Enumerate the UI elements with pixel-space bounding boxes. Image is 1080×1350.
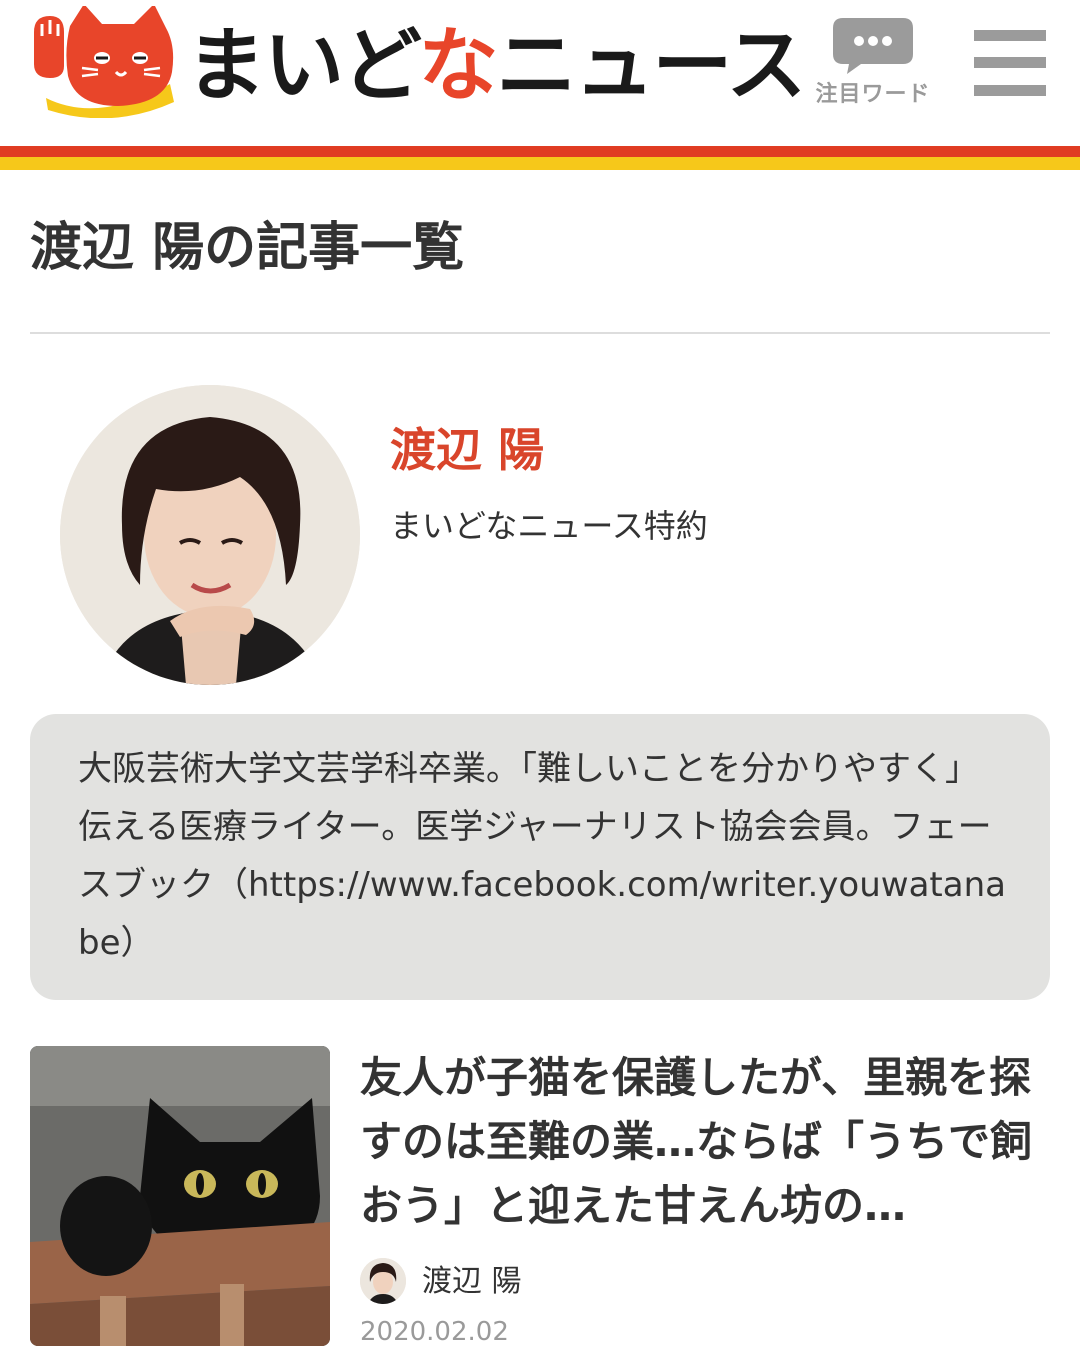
article-byline: 渡辺 陽: [360, 1256, 760, 1306]
article-author-name: 渡辺 陽: [422, 1264, 522, 1299]
article-author-portrait: [360, 1258, 406, 1304]
article-date: 2020.02.02: [360, 1317, 509, 1347]
author-bio-text: 大阪芸術大学文芸学科卒業。「難しいことを分かりやすく」伝える医療ライター。医学ジ…: [78, 749, 1006, 963]
author-avatar: [60, 385, 360, 685]
trending-keywords-button[interactable]: 注目ワード: [808, 16, 938, 112]
logo-wordmark: まいどなニュース: [186, 18, 806, 114]
logo-text-part2: ニュース: [496, 19, 806, 112]
article-card[interactable]: 友人が子猫を保護したが、里親を探すのは至難の業…ならば「うちで飼おう」と迎えた甘…: [30, 1046, 1050, 1347]
article-thumbnail[interactable]: [30, 1046, 330, 1346]
menu-bar-middle: [974, 57, 1046, 68]
author-bio-box: 大阪芸術大学文芸学科卒業。「難しいことを分かりやすく」伝える医療ライター。医学ジ…: [30, 714, 1050, 1000]
author-portrait-image: [60, 385, 360, 685]
logo-text-accent: な: [418, 19, 498, 112]
menu-bar-top: [974, 30, 1046, 41]
trending-keywords-label: 注目ワード: [815, 82, 931, 107]
hamburger-menu-icon[interactable]: [974, 30, 1046, 96]
page-title: 渡辺 陽の記事一覧: [30, 218, 465, 278]
header-stripe-red: [0, 146, 1080, 157]
article-title[interactable]: 友人が子猫を保護したが、里親を探すのは至難の業…ならば「うちで飼おう」と迎えた甘…: [360, 1046, 1050, 1238]
black-cat-photo: [30, 1046, 330, 1346]
site-logo[interactable]: まいどなニュース: [28, 6, 806, 118]
header-stripe-yellow: [0, 157, 1080, 170]
speech-bubble-icon: [833, 18, 913, 74]
logo-text-part1: まいど: [186, 19, 420, 112]
article-author-avatar: [360, 1258, 406, 1304]
menu-bar-bottom: [974, 85, 1046, 96]
title-divider: [30, 332, 1050, 334]
site-header: まいどなニュース 注目ワード: [0, 0, 1080, 148]
author-name: 渡辺 陽: [390, 423, 545, 477]
author-affiliation: まいどなニュース特約: [390, 507, 708, 545]
maneki-cat-logo-icon: [34, 6, 174, 118]
